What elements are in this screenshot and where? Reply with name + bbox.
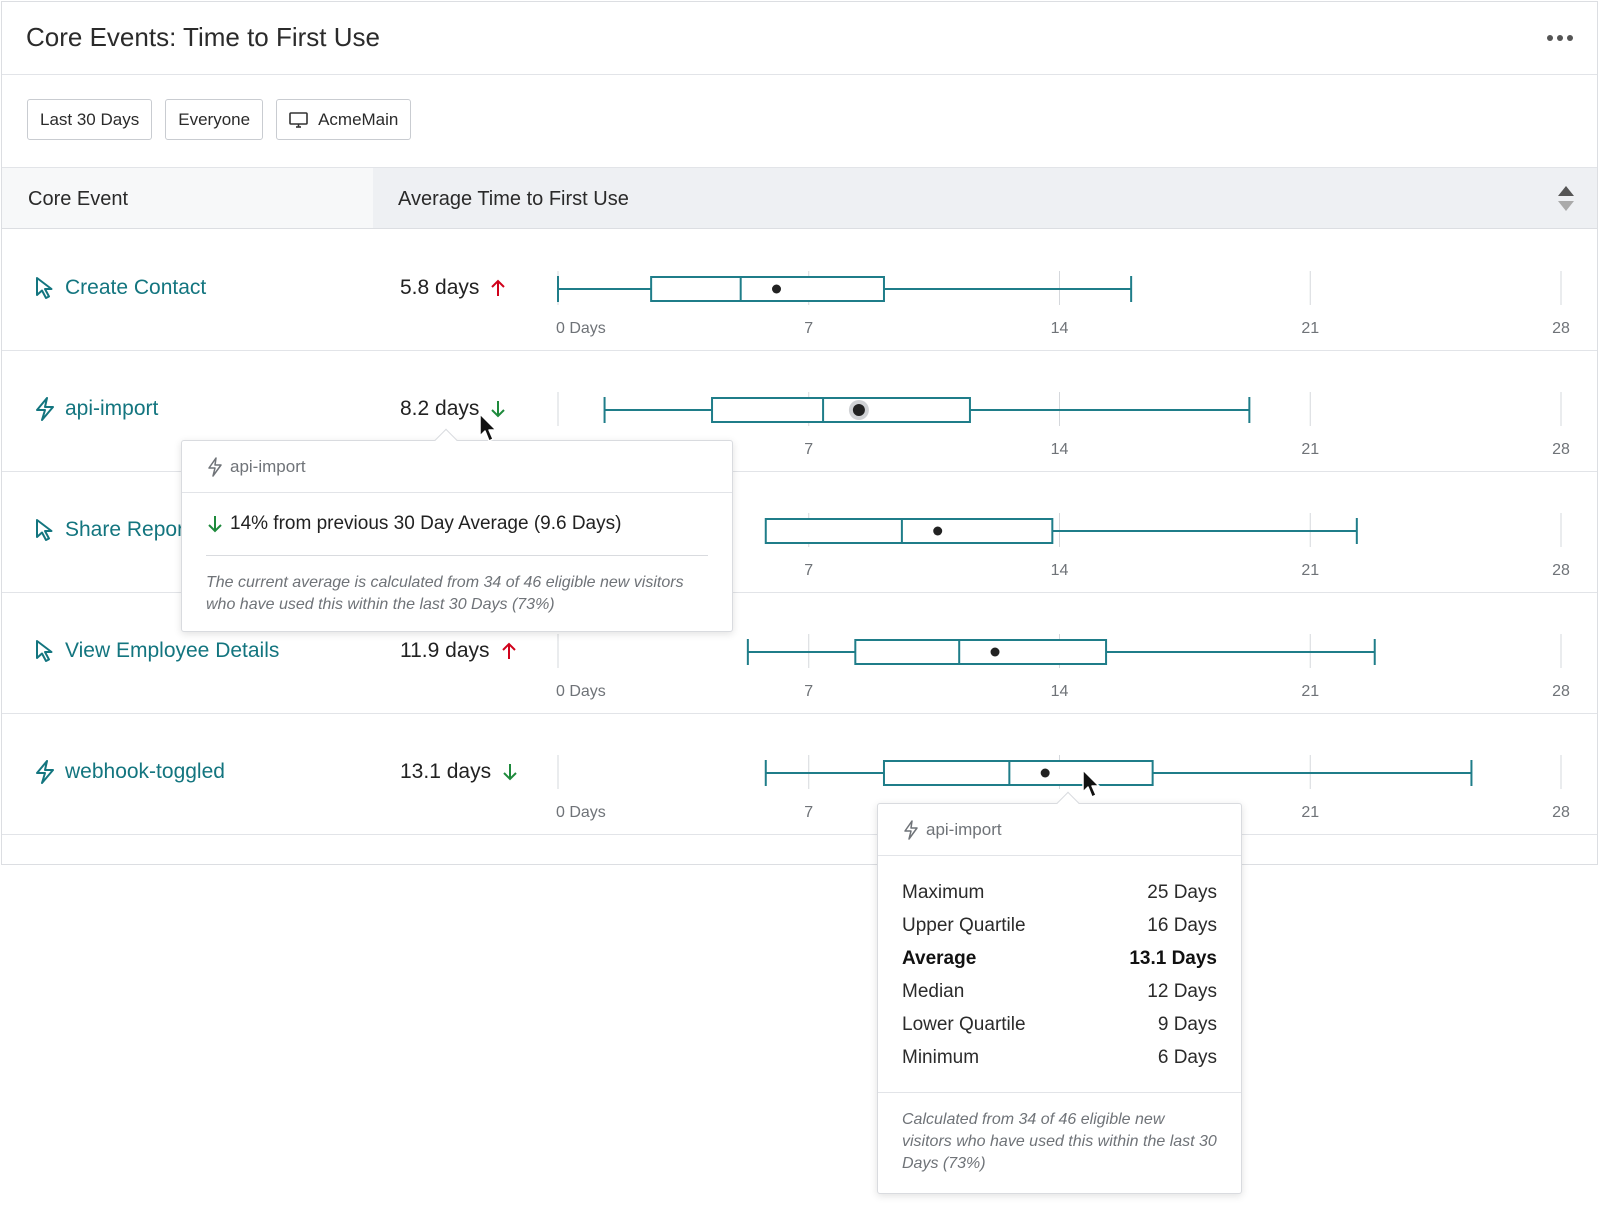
iqr-box bbox=[854, 639, 1108, 665]
tick-label: 7 bbox=[804, 683, 813, 700]
tick-label: 7 bbox=[804, 562, 813, 579]
stat-label: Median bbox=[902, 980, 965, 1002]
stat-value: 12 Days bbox=[1147, 980, 1217, 1002]
stats-tooltip: api-import Maximum 25 Days Upper Quartile 1… bbox=[877, 791, 1242, 1194]
stat-value: 25 Days bbox=[1147, 881, 1217, 903]
stat-value: 13.1 Days bbox=[1129, 947, 1217, 969]
tooltip-event-name: api-import bbox=[926, 819, 1002, 839]
tick-label: 0 Days bbox=[556, 804, 606, 821]
bolt-icon bbox=[904, 819, 918, 840]
iqr-box bbox=[650, 276, 885, 302]
tick-label: 21 bbox=[1301, 683, 1319, 700]
mean-dot bbox=[1040, 768, 1050, 778]
stat-label: Average bbox=[902, 947, 977, 969]
tick-label: 21 bbox=[1301, 320, 1319, 337]
tick-label: 21 bbox=[1301, 804, 1319, 821]
trend-message-text: 14% from previous 30 Day Average (9.6 Da… bbox=[230, 513, 622, 534]
tick-label: 28 bbox=[1552, 562, 1570, 579]
tick-label: 28 bbox=[1552, 320, 1570, 337]
tick-label: 7 bbox=[804, 320, 813, 337]
tick-label: 0 Days bbox=[556, 683, 606, 700]
tick-label: 14 bbox=[1051, 683, 1069, 700]
iqr-box bbox=[882, 760, 1154, 786]
stat-row: Upper Quartile 16 Days bbox=[902, 909, 1217, 942]
tick-label: 7 bbox=[804, 441, 813, 458]
tick-label: 14 bbox=[1051, 562, 1069, 579]
iqr-box bbox=[764, 518, 1054, 544]
tick-label: 28 bbox=[1552, 683, 1570, 700]
stat-label: Maximum bbox=[902, 881, 985, 903]
mouse-cursor-icon bbox=[1082, 769, 1100, 798]
box-plot-chart: 0 Days71421280 Days71421280 Days71421280… bbox=[556, 271, 1570, 821]
mouse-cursor-icon bbox=[479, 413, 497, 442]
trend-message: 14% from previous 30 Day Average (9.6 Da… bbox=[182, 493, 732, 535]
stat-row: Median 12 Days bbox=[902, 975, 1217, 1008]
stat-label: Minimum bbox=[902, 1046, 980, 1068]
tick-label: 14 bbox=[1051, 320, 1069, 337]
bolt-icon bbox=[208, 456, 222, 477]
stat-row: Minimum 6 Days bbox=[902, 1041, 1217, 1074]
mean-dot bbox=[933, 526, 943, 536]
tooltip-event-name: api-import bbox=[230, 456, 306, 476]
tooltip-note: Calculated from 34 of 46 eligible new vi… bbox=[902, 1111, 1217, 1172]
tick-label: 7 bbox=[804, 804, 813, 821]
trend-tooltip: api-import 14% from previous 30 Day Aver… bbox=[181, 428, 733, 632]
arrow-down-icon bbox=[208, 516, 222, 533]
stat-value: 6 Days bbox=[1157, 1046, 1217, 1068]
stat-label: Lower Quartile bbox=[902, 1013, 1026, 1035]
mean-dot bbox=[990, 647, 1000, 657]
stat-list: Maximum 25 Days Upper Quartile 16 Days Avera… bbox=[878, 856, 1241, 1093]
tooltip-header: api-import bbox=[878, 804, 1241, 856]
tick-label: 21 bbox=[1301, 441, 1319, 458]
iqr-box bbox=[711, 397, 971, 423]
tooltip-header: api-import bbox=[182, 441, 732, 493]
tick-label: 28 bbox=[1552, 804, 1570, 821]
stat-value: 16 Days bbox=[1147, 914, 1217, 936]
stat-row: Maximum 25 Days bbox=[902, 876, 1217, 909]
mean-dot bbox=[772, 284, 782, 294]
stat-label: Upper Quartile bbox=[902, 914, 1026, 936]
tick-label: 28 bbox=[1552, 441, 1570, 458]
stat-value: 9 Days bbox=[1157, 1013, 1217, 1035]
stat-row: Average 13.1 Days bbox=[902, 942, 1217, 975]
stat-row: Lower Quartile 9 Days bbox=[902, 1008, 1217, 1041]
tooltip-note: The current average is calculated from 3… bbox=[206, 574, 684, 613]
mean-dot bbox=[852, 404, 865, 416]
tick-label: 21 bbox=[1301, 562, 1319, 579]
tick-label: 0 Days bbox=[556, 320, 606, 337]
tick-label: 14 bbox=[1051, 441, 1069, 458]
